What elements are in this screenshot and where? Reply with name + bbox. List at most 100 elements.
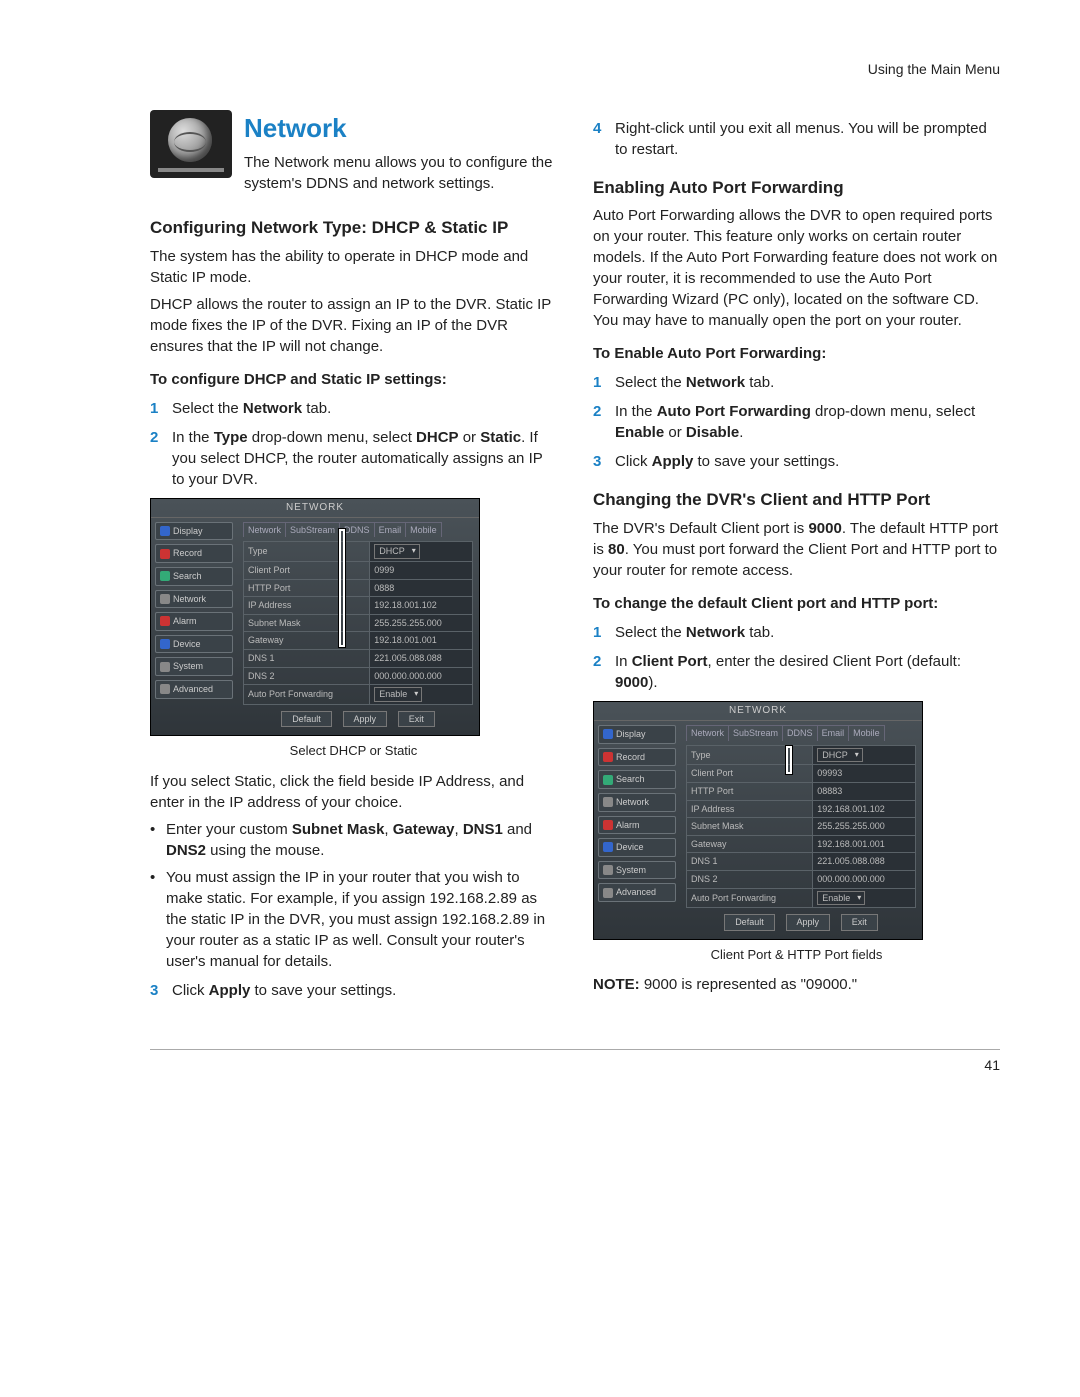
dns1-field[interactable]: 221.005.088.088	[813, 853, 916, 871]
exit-button[interactable]: Exit	[841, 914, 878, 931]
ss-tab[interactable]: SubStream	[285, 522, 340, 538]
ss-side-item[interactable]: Record	[155, 544, 233, 563]
subnet-field[interactable]: 255.255.255.000	[370, 614, 473, 632]
ss-side-item[interactable]: Network	[598, 793, 676, 812]
ss-side-item[interactable]: Alarm	[155, 612, 233, 631]
autoport-dropdown[interactable]: Enable	[817, 891, 865, 906]
heading-autoport-steps: To Enable Auto Port Forwarding:	[593, 343, 1000, 364]
cell: DNS 2	[687, 870, 813, 888]
default-button[interactable]: Default	[281, 711, 332, 728]
apply-button[interactable]: Apply	[343, 711, 388, 728]
cell: DNS 2	[244, 667, 370, 685]
list-item: 2In Client Port, enter the desired Clien…	[593, 651, 1000, 693]
ss-side-item[interactable]: Device	[155, 635, 233, 654]
bold: 9000	[615, 674, 648, 691]
text: The DVR's Default Client port is	[593, 520, 808, 537]
list-item: 3 Click Apply to save your settings.	[150, 980, 557, 1001]
bold: Disable	[686, 424, 739, 441]
dns2-field[interactable]: 000.000.000.000	[370, 667, 473, 685]
text: or	[459, 429, 481, 446]
cell: Auto Port Forwarding	[687, 888, 813, 908]
step-number: 1	[593, 372, 615, 393]
ss-tab[interactable]: DDNS	[782, 725, 818, 741]
bold: Auto Port Forwarding	[657, 403, 811, 420]
text: tab.	[302, 400, 331, 417]
ss-tab[interactable]: SubStream	[728, 725, 783, 741]
text: You must assign the IP in your router th…	[166, 867, 557, 972]
apply-button[interactable]: Apply	[786, 914, 831, 931]
intro-text: The Network menu allows you to configure…	[244, 152, 557, 194]
ss-side-item[interactable]: System	[598, 861, 676, 880]
ss-side-item[interactable]: Record	[598, 748, 676, 767]
screenshot-network-ports: NETWORK Display Record Search Network Al…	[593, 701, 923, 940]
text: . You must port forward the Client Port …	[593, 541, 997, 579]
gateway-field[interactable]: 192.168.001.001	[813, 835, 916, 853]
ss-tab[interactable]: Network	[686, 725, 729, 741]
cell: IP Address	[244, 597, 370, 615]
client-port-field[interactable]: 09993	[813, 765, 916, 783]
bullet-item: You must assign the IP in your router th…	[150, 867, 557, 972]
page-header: Using the Main Menu	[150, 60, 1000, 80]
type-dropdown[interactable]: DHCP	[817, 748, 863, 763]
text: using the mouse.	[206, 842, 324, 859]
screenshot-caption: Select DHCP or Static	[150, 742, 557, 760]
ip-field[interactable]: 192.18.001.102	[370, 597, 473, 615]
exit-button[interactable]: Exit	[398, 711, 435, 728]
cell: DNS 1	[244, 649, 370, 667]
cell: IP Address	[687, 800, 813, 818]
label: Record	[173, 547, 202, 560]
label: Network	[173, 593, 206, 606]
ss-tab[interactable]: Mobile	[848, 725, 885, 741]
bold: Subnet Mask	[292, 821, 385, 838]
step-number: 3	[150, 980, 172, 1001]
ss-side-item[interactable]: Network	[155, 590, 233, 609]
http-port-field[interactable]: 08883	[813, 782, 916, 800]
ss-side-item[interactable]: Advanced	[598, 883, 676, 902]
bold: DNS2	[166, 842, 206, 859]
bold: 9000	[808, 520, 841, 537]
list-item: 3Click Apply to save your settings.	[593, 451, 1000, 472]
ss-side-item[interactable]: Device	[598, 838, 676, 857]
dns1-field[interactable]: 221.005.088.088	[370, 649, 473, 667]
ss-side-item[interactable]: Display	[155, 522, 233, 541]
text: to save your settings.	[250, 982, 396, 999]
ss-side-item[interactable]: Advanced	[155, 680, 233, 699]
autoport-dropdown[interactable]: Enable	[374, 687, 422, 702]
label: Device	[173, 638, 201, 651]
text: ,	[454, 821, 462, 838]
bold: Type	[214, 429, 248, 446]
text: In the	[172, 429, 214, 446]
list-item: 1 Select the Network tab.	[150, 398, 557, 419]
ss-side-item[interactable]: System	[155, 657, 233, 676]
ss-side-item[interactable]: Search	[155, 567, 233, 586]
ss-tab[interactable]: Email	[374, 522, 407, 538]
ss-side-item[interactable]: Search	[598, 770, 676, 789]
list-item: 1Select the Network tab.	[593, 372, 1000, 393]
dns2-field[interactable]: 000.000.000.000	[813, 870, 916, 888]
left-column: Network The Network menu allows you to c…	[150, 110, 557, 1009]
default-button[interactable]: Default	[724, 914, 775, 931]
heading-ports: Changing the DVR's Client and HTTP Port	[593, 488, 1000, 512]
network-globe-icon	[150, 110, 232, 178]
two-column-layout: Network The Network menu allows you to c…	[150, 110, 1000, 1009]
body-text: If you select Static, click the field be…	[150, 771, 557, 813]
ss-tab[interactable]: Email	[817, 725, 850, 741]
subnet-field[interactable]: 255.255.255.000	[813, 818, 916, 836]
list-item: 4 Right-click until you exit all menus. …	[593, 118, 1000, 160]
text: to save your settings.	[693, 453, 839, 470]
bold: Enable	[615, 424, 664, 441]
body-text: The DVR's Default Client port is 9000. T…	[593, 518, 1000, 581]
label: Alarm	[616, 819, 640, 832]
label: Advanced	[616, 886, 656, 899]
text: .	[739, 424, 743, 441]
ss-tab[interactable]: Mobile	[405, 522, 442, 538]
ss-side-item[interactable]: Display	[598, 725, 676, 744]
client-port-field[interactable]: 0999	[370, 561, 473, 579]
type-dropdown[interactable]: DHCP	[374, 544, 420, 559]
ss-tab[interactable]: Network	[243, 522, 286, 538]
ip-field[interactable]: 192.168.001.102	[813, 800, 916, 818]
gateway-field[interactable]: 192.18.001.001	[370, 632, 473, 650]
http-port-field[interactable]: 0888	[370, 579, 473, 597]
ss-side-item[interactable]: Alarm	[598, 816, 676, 835]
cell: Client Port	[687, 765, 813, 783]
